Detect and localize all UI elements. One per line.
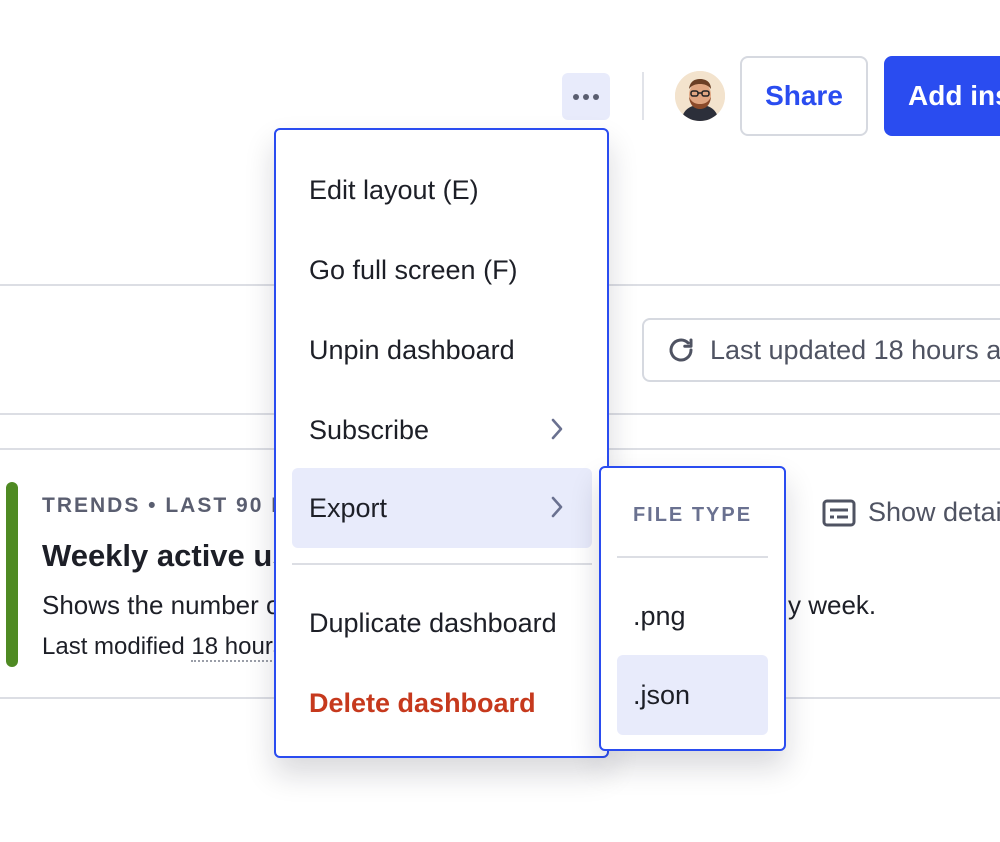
menu-item-subscribe[interactable]: Subscribe bbox=[292, 390, 592, 470]
menu-item-duplicate-dashboard[interactable]: Duplicate dashboard bbox=[292, 583, 592, 663]
chevron-right-icon bbox=[551, 418, 563, 440]
export-json-option[interactable]: .json bbox=[617, 655, 768, 735]
export-file-type-submenu: FILE TYPE .png .json bbox=[599, 466, 786, 751]
menu-item-label: Duplicate dashboard bbox=[309, 607, 557, 638]
menu-divider bbox=[292, 563, 592, 565]
menu-item-label: Export bbox=[309, 492, 388, 523]
submenu-item-label: .png bbox=[633, 600, 686, 631]
menu-item-label: Delete dashboard bbox=[309, 687, 536, 718]
ellipsis-icon bbox=[573, 93, 599, 100]
more-options-button[interactable] bbox=[562, 73, 610, 120]
menu-item-label: Subscribe bbox=[309, 414, 430, 445]
menu-item-delete-dashboard[interactable]: Delete dashboard bbox=[292, 663, 592, 743]
refresh-button[interactable]: Last updated 18 hours ago bbox=[642, 318, 1000, 382]
share-button-label: Share bbox=[765, 80, 843, 111]
chevron-right-icon bbox=[551, 496, 563, 518]
submenu-header: FILE TYPE bbox=[632, 504, 753, 526]
insight-accent-bar bbox=[6, 482, 18, 667]
add-insight-button[interactable]: Add insight bbox=[884, 56, 1000, 136]
show-details-button[interactable]: Show details bbox=[822, 497, 1000, 528]
menu-item-label: Go full screen (F) bbox=[309, 254, 518, 285]
menu-item-label: Unpin dashboard bbox=[309, 334, 515, 365]
avatar[interactable] bbox=[675, 71, 725, 121]
dashboard-page: Share Add insight Last updated 18 hours … bbox=[0, 0, 1000, 842]
share-button[interactable]: Share bbox=[740, 56, 868, 136]
modified-prefix: Last modified bbox=[42, 633, 192, 660]
add-insight-button-label: Add insight bbox=[908, 80, 1000, 111]
menu-item-full-screen[interactable]: Go full screen (F) bbox=[292, 230, 592, 310]
menu-item-unpin-dashboard[interactable]: Unpin dashboard bbox=[292, 310, 592, 390]
submenu-divider bbox=[617, 556, 768, 558]
last-updated-label: Last updated 18 hours ago bbox=[710, 334, 1000, 365]
export-png-option[interactable]: .png bbox=[617, 576, 768, 656]
show-details-label: Show details bbox=[868, 497, 1000, 527]
menu-item-export[interactable]: Export bbox=[292, 468, 592, 548]
details-icon bbox=[822, 499, 856, 526]
submenu-item-label: .json bbox=[633, 679, 691, 710]
menu-item-label: Edit layout (E) bbox=[309, 174, 479, 205]
header-divider bbox=[642, 72, 644, 120]
dashboard-options-menu: Edit layout (E) Go full screen (F) Unpin… bbox=[274, 128, 609, 758]
menu-item-edit-layout[interactable]: Edit layout (E) bbox=[292, 150, 592, 230]
insight-description-end: y week. bbox=[788, 590, 877, 620]
refresh-icon bbox=[669, 338, 693, 362]
